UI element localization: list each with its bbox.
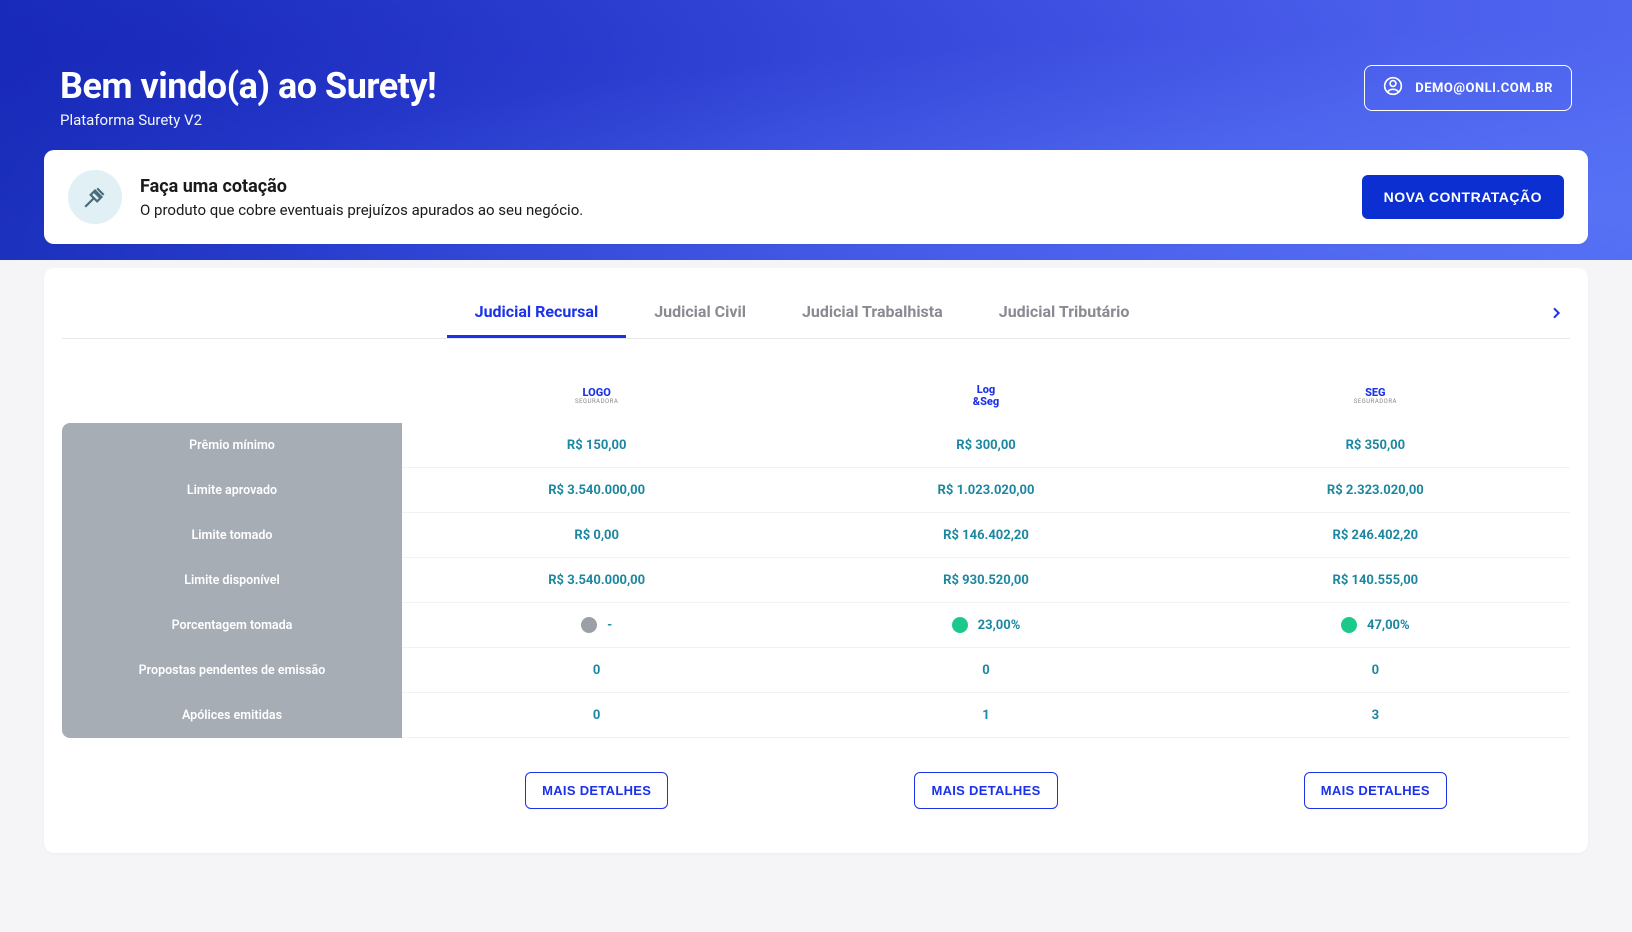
status-dot xyxy=(952,617,968,633)
metric-label: Porcentagem tomada xyxy=(62,603,402,648)
metric-label: Apólices emitidas xyxy=(62,693,402,738)
metric-label: Propostas pendentes de emissão xyxy=(62,648,402,693)
metric-value: R$ 930.520,00 xyxy=(791,559,1180,603)
metric-label: Limite aprovado xyxy=(62,468,402,513)
metric-value: R$ 150,00 xyxy=(402,424,791,468)
metric-value: R$ 140.555,00 xyxy=(1181,559,1570,603)
metric-value: 23,00% xyxy=(791,603,1180,648)
metric-value: 0 xyxy=(402,649,791,693)
metric-label: Limite tomado xyxy=(62,513,402,558)
metric-value: R$ 0,00 xyxy=(402,514,791,558)
hero-text: Bem vindo(a) ao Surety! Plataforma Suret… xyxy=(60,65,436,129)
metric-row: Porcentagem tomada-23,00%47,00% xyxy=(62,603,1570,648)
status-dot xyxy=(1341,617,1357,633)
metric-value: 47,00% xyxy=(1181,603,1570,648)
metric-value: R$ 246.402,20 xyxy=(1181,514,1570,558)
tab-judicial-tributário[interactable]: Judicial Tributário xyxy=(971,288,1158,338)
metric-value: R$ 3.540.000,00 xyxy=(402,469,791,513)
metric-label: Limite disponível xyxy=(62,558,402,603)
quote-title: Faça uma cotação xyxy=(140,176,583,197)
insurer-logo-1: LOGOSEGURADORA xyxy=(402,363,791,423)
metric-value: 0 xyxy=(791,649,1180,693)
details-button-1[interactable]: MAIS DETALHES xyxy=(525,772,668,809)
tab-scroll-right[interactable] xyxy=(1542,299,1570,327)
tab-judicial-trabalhista[interactable]: Judicial Trabalhista xyxy=(774,288,971,338)
tab-judicial-civil[interactable]: Judicial Civil xyxy=(626,288,774,338)
page-title: Bem vindo(a) ao Surety! xyxy=(60,65,436,107)
quote-description: O produto que cobre eventuais prejuízos … xyxy=(140,201,583,219)
details-row: MAIS DETALHES MAIS DETALHES MAIS DETALHE… xyxy=(62,758,1570,823)
user-menu[interactable]: DEMO@ONLI.COM.BR xyxy=(1364,65,1572,111)
metric-value: 1 xyxy=(791,694,1180,738)
comparison-card: Judicial RecursalJudicial CivilJudicial … xyxy=(44,268,1588,853)
quote-card: Faça uma cotação O produto que cobre eve… xyxy=(44,150,1588,244)
metric-row: Prêmio mínimoR$ 150,00R$ 300,00R$ 350,00 xyxy=(62,423,1570,468)
metric-value: 0 xyxy=(402,694,791,738)
metric-value: R$ 2.323.020,00 xyxy=(1181,469,1570,513)
metric-value: R$ 300,00 xyxy=(791,424,1180,468)
metric-row: Apólices emitidas013 xyxy=(62,693,1570,738)
user-email: DEMO@ONLI.COM.BR xyxy=(1415,81,1553,96)
metric-value: R$ 146.402,20 xyxy=(791,514,1180,558)
metric-value: R$ 3.540.000,00 xyxy=(402,559,791,603)
status-dot xyxy=(581,617,597,633)
tab-judicial-recursal[interactable]: Judicial Recursal xyxy=(447,288,627,338)
metric-label: Prêmio mínimo xyxy=(62,423,402,468)
metric-value: - xyxy=(402,603,791,648)
metric-value: 0 xyxy=(1181,649,1570,693)
metric-value: R$ 350,00 xyxy=(1181,424,1570,468)
comparison-table: LOGOSEGURADORA Log&Seg SEGSEGURADORAPrêm… xyxy=(62,363,1570,738)
tab-list: Judicial RecursalJudicial CivilJudicial … xyxy=(62,288,1542,338)
details-button-2[interactable]: MAIS DETALHES xyxy=(914,772,1057,809)
metric-row: Propostas pendentes de emissão000 xyxy=(62,648,1570,693)
new-quote-button[interactable]: NOVA CONTRATAÇÃO xyxy=(1362,175,1564,219)
metric-value: R$ 1.023.020,00 xyxy=(791,469,1180,513)
metric-value: 3 xyxy=(1181,694,1570,738)
insurer-logo-2: Log&Seg xyxy=(791,363,1180,423)
metric-row: Limite aprovadoR$ 3.540.000,00R$ 1.023.0… xyxy=(62,468,1570,513)
metric-row: Limite tomadoR$ 0,00R$ 146.402,20R$ 246.… xyxy=(62,513,1570,558)
gavel-icon xyxy=(68,170,122,224)
metric-row: Limite disponívelR$ 3.540.000,00R$ 930.5… xyxy=(62,558,1570,603)
user-avatar-icon xyxy=(1383,76,1403,100)
page-subtitle: Plataforma Surety V2 xyxy=(60,111,436,129)
insurer-logo-3: SEGSEGURADORA xyxy=(1181,363,1570,423)
details-button-3[interactable]: MAIS DETALHES xyxy=(1304,772,1447,809)
